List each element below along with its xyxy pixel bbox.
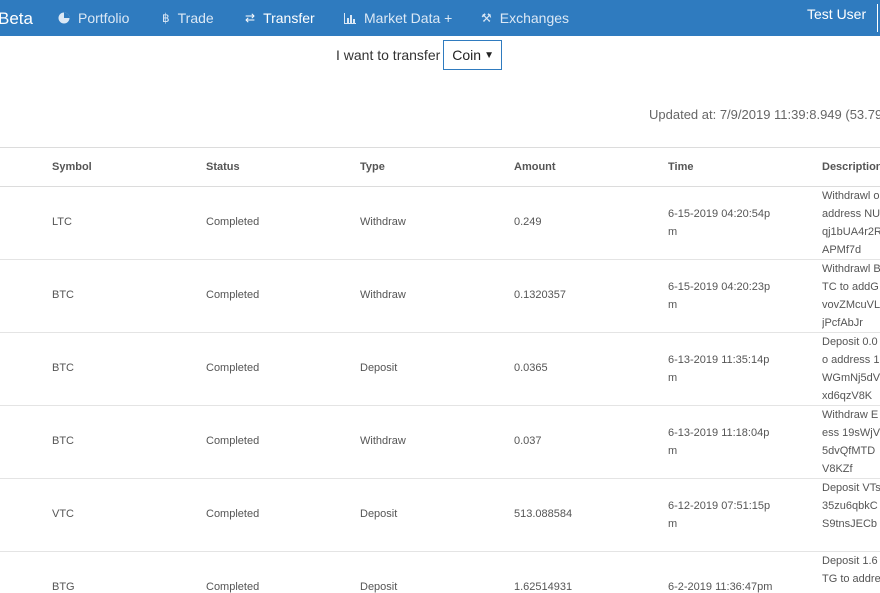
nav-portfolio-label: Portfolio xyxy=(78,10,130,26)
cell-status: Completed xyxy=(206,362,260,374)
tools-icon: ⚒ xyxy=(481,11,492,25)
nav-market-data-label: Market Data + xyxy=(364,10,453,26)
cell-amount: 513.088584 xyxy=(514,508,573,520)
cell-amount: 0.0365 xyxy=(514,362,548,374)
cell-status: Completed xyxy=(206,289,260,301)
cell-type: Deposit xyxy=(360,362,398,374)
table-header: Symbol Status Type Amount Time Descripti… xyxy=(0,147,880,187)
table-row[interactable]: BTC Completed Deposit 0.0365 6-13-2019 1… xyxy=(0,333,880,406)
column-header-status[interactable]: Status xyxy=(206,161,240,173)
column-header-time[interactable]: Time xyxy=(668,161,693,173)
cell-symbol: BTG xyxy=(52,581,75,593)
transfer-type-value: Coin xyxy=(452,47,482,63)
transfer-type-select[interactable]: Coin ▼ xyxy=(443,40,502,70)
cell-status: Completed xyxy=(206,216,260,228)
cell-symbol: BTC xyxy=(52,362,74,374)
cell-description: Deposit 1.6TG to addre xyxy=(822,555,880,585)
nav-transfer[interactable]: ⇄ Transfer xyxy=(245,0,315,36)
cell-type: Deposit xyxy=(360,508,398,520)
cell-type: Withdraw xyxy=(360,289,406,301)
cell-type: Withdraw xyxy=(360,216,406,228)
cell-amount: 0.037 xyxy=(514,435,542,447)
bar-chart-icon xyxy=(344,12,356,24)
nav-trade[interactable]: ฿ Trade xyxy=(162,0,214,36)
cell-description: Deposit VTs 35zu6qbkCS9tnsJECb xyxy=(822,482,880,530)
top-navbar: Beta Portfolio ฿ Trade ⇄ Transfer Market… xyxy=(0,0,880,36)
nav-portfolio[interactable]: Portfolio xyxy=(58,0,129,36)
brand-logo[interactable]: Beta xyxy=(0,9,33,29)
pie-chart-icon xyxy=(58,12,70,24)
cell-time: 6-13-2019 11:35:14pm xyxy=(668,354,770,384)
cell-description: Withdrawl o address NUqj1bUA4r2RAPMf7d xyxy=(822,190,880,256)
bitcoin-icon: ฿ xyxy=(162,11,170,25)
transfer-label: I want to transfer xyxy=(336,47,441,63)
cell-status: Completed xyxy=(206,508,260,520)
cell-symbol: LTC xyxy=(52,216,72,228)
user-menu[interactable]: Test User xyxy=(807,6,866,22)
nav-exchanges[interactable]: ⚒ Exchanges xyxy=(481,0,569,36)
cell-time: 6-15-2019 04:20:23pm xyxy=(668,281,771,311)
table-row[interactable]: LTC Completed Withdraw 0.249 6-15-2019 0… xyxy=(0,187,880,260)
transfer-selector: I want to transfer Coin ▼ xyxy=(336,40,502,70)
cell-type: Deposit xyxy=(360,581,398,593)
cell-status: Completed xyxy=(206,435,260,447)
table-row[interactable]: BTC Completed Withdraw 0.1320357 6-15-20… xyxy=(0,260,880,333)
cell-time: 6-15-2019 04:20:54pm xyxy=(668,208,771,238)
cell-symbol: BTC xyxy=(52,435,74,447)
cell-description: Withdrawl BTC to addGvovZMcuVLjPcfAbJr xyxy=(822,263,880,329)
nav-transfer-label: Transfer xyxy=(263,10,315,26)
table-row[interactable]: BTG Completed Deposit 1.62514931 6-2-201… xyxy=(0,552,880,593)
caret-down-icon: ▼ xyxy=(484,49,494,61)
cell-symbol: VTC xyxy=(52,508,74,520)
cell-description: Deposit 0.0o address 1WGmNj5dVxd6qzV8K xyxy=(822,336,880,402)
cell-time: 6-2-2019 11:36:47pm xyxy=(668,581,773,593)
cell-description: Withdraw Eess 19sWjV5dvQfMTDV8KZf xyxy=(822,409,880,475)
table-row[interactable]: BTC Completed Withdraw 0.037 6-13-2019 1… xyxy=(0,406,880,479)
column-header-type[interactable]: Type xyxy=(360,161,385,173)
nav-exchanges-label: Exchanges xyxy=(499,10,570,26)
transfer-arrows-icon: ⇄ xyxy=(245,11,256,25)
cell-amount: 0.249 xyxy=(514,216,542,228)
column-header-symbol[interactable]: Symbol xyxy=(52,161,92,173)
column-header-description[interactable]: Description xyxy=(822,161,880,173)
table-row[interactable]: VTC Completed Deposit 513.088584 6-12-20… xyxy=(0,479,880,552)
cell-time: 6-13-2019 11:18:04pm xyxy=(668,427,770,457)
cell-amount: 0.1320357 xyxy=(514,289,566,301)
nav-trade-label: Trade xyxy=(177,10,214,26)
cell-amount: 1.62514931 xyxy=(514,581,573,593)
cell-status: Completed xyxy=(206,581,260,593)
updated-timestamp: Updated at: 7/9/2019 11:39:8.949 (53.79 xyxy=(649,107,880,122)
cell-time: 6-12-2019 07:51:15pm xyxy=(668,500,771,530)
nav-market-data[interactable]: Market Data + xyxy=(344,0,452,36)
column-header-amount[interactable]: Amount xyxy=(514,161,556,173)
cell-symbol: BTC xyxy=(52,289,74,301)
cell-type: Withdraw xyxy=(360,435,406,447)
